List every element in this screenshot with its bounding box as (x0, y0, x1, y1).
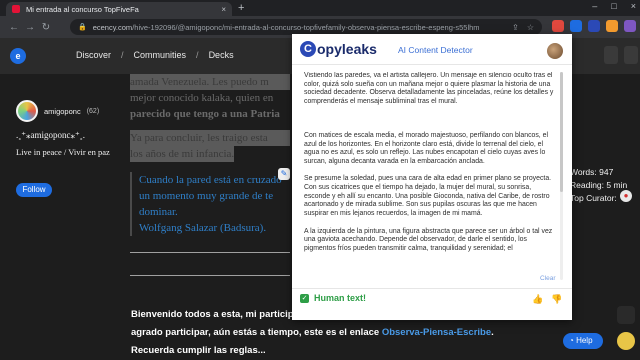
help-button[interactable]: ◔ Help (563, 333, 603, 349)
copyleaks-user-avatar[interactable] (547, 43, 563, 59)
quote-line: un momento muy grande de te (139, 190, 274, 202)
author-display-name: .˳⁺⁎amigoponc⁎⁺˳. (16, 130, 85, 140)
quote-line: Wolfgang Salazar (Badsura). (139, 222, 267, 234)
browser-tab[interactable]: Mi entrada al concurso TopFiveFa × (6, 2, 232, 16)
copyleaks-panel: C opyleaks AI Content Detector Vistiendo… (292, 34, 572, 320)
maximize-button[interactable]: □ (611, 1, 616, 11)
article-divider (130, 275, 290, 276)
copyleaks-text-area[interactable]: Vistiendo las paredes, va el artista cal… (304, 72, 556, 282)
author-avatar[interactable] (16, 100, 38, 122)
copyleaks-extension-icon[interactable] (588, 20, 600, 32)
editor-side-icon[interactable]: ✎ (278, 168, 290, 180)
article-line: amada Venezuela. Les puedo m (130, 74, 290, 90)
quote-line: Cuando la pared está en cruzado (139, 174, 282, 186)
extension-icons (552, 20, 636, 32)
nav-discover[interactable]: Discover (76, 50, 111, 60)
copyleaks-paragraph: A la izquierda de la pintura, una figura… (304, 227, 553, 252)
article-paragraph: Ya para concluir, les traigo esta los añ… (130, 130, 290, 162)
ecency-favicon-icon (12, 5, 20, 13)
nav-communities[interactable]: Communities (134, 50, 187, 60)
author-username[interactable]: amigoponc (44, 107, 81, 116)
extension-icon-5[interactable] (624, 20, 636, 32)
author-card: amigoponc (62) .˳⁺⁎amigoponc⁎⁺˳. Live in… (16, 100, 126, 158)
header-user-button[interactable] (624, 46, 638, 64)
word-count: Words: 947 (570, 167, 614, 177)
thumbs-up-icon[interactable]: 👍 (532, 294, 543, 305)
author-reputation: (62) (86, 107, 100, 115)
article-line: los años de mi infancia. (130, 146, 235, 162)
observa-piensa-escribe-link[interactable]: Observa-Piensa-Escribe (382, 327, 491, 338)
intro-line-3: Recuerda cumplir las reglas... (131, 345, 266, 356)
share-icon[interactable]: ⇪ (512, 23, 519, 32)
author-bio: Live in peace / Vivir en paz (16, 147, 110, 157)
copyleaks-subtitle: AI Content Detector (398, 45, 473, 55)
site-nav: Discover / Communities / Decks (76, 50, 234, 60)
header-controls (604, 46, 638, 64)
url-host: ecency.com (92, 22, 133, 32)
article-quote: Cuando la pared está en cruzado un momen… (130, 172, 290, 236)
floating-action-icon[interactable] (617, 306, 635, 324)
copyleaks-logo-text: opyleaks (317, 41, 377, 57)
reload-icon[interactable]: ↻ (38, 22, 54, 33)
browser-tab-bar: Mi entrada al concurso TopFiveFa × + – □… (0, 0, 640, 16)
copyleaks-paragraph: Con matices de escala media, el morado m… (304, 131, 548, 165)
forward-arrow-icon[interactable]: → (22, 22, 38, 33)
extension-icon-4[interactable] (606, 20, 618, 32)
extension-icon-2[interactable] (570, 20, 582, 32)
article-paragraph: amada Venezuela. Les puedo m mejor conoc… (130, 74, 290, 122)
curator-avatar-icon[interactable]: ● (620, 190, 632, 202)
copyleaks-header-divider (292, 64, 572, 65)
copyleaks-logo: C opyleaks (300, 41, 377, 57)
nav-decks[interactable]: Decks (209, 50, 234, 60)
clear-button[interactable]: Clear (540, 275, 556, 282)
close-window-button[interactable]: × (631, 1, 636, 11)
url-path: /hive-192096/@amigoponc/mi-entrada-al-co… (132, 22, 480, 32)
copyleaks-footer-divider (292, 288, 572, 289)
thumbs-down-icon[interactable]: 👎 (551, 294, 562, 305)
copyleaks-feedback: 👍 👎 (532, 294, 562, 305)
reading-time: Reading: 5 min (570, 180, 628, 190)
tab-title: Mi entrada al concurso TopFiveFa (26, 4, 139, 14)
intro-line-2-end: . (491, 327, 494, 338)
tab-close-icon[interactable]: × (221, 5, 226, 14)
lock-icon: 🔒 (78, 24, 87, 31)
new-tab-button[interactable]: + (238, 2, 244, 14)
nav-separator: / (121, 50, 124, 60)
copyleaks-logo-icon: C (300, 41, 316, 57)
copyleaks-scrollbar-thumb[interactable] (560, 72, 563, 192)
result-label: Human text! (314, 293, 367, 303)
omnibox-icons: ⇪ ☆ (512, 23, 534, 32)
quote-line: dominar. (139, 206, 178, 218)
nav-separator: / (196, 50, 199, 60)
help-icon: ◔ (569, 336, 577, 345)
minimize-button[interactable]: – (592, 1, 597, 11)
url-text: ecency.com/hive-192096/@amigoponc/mi-ent… (93, 23, 512, 32)
url-field[interactable]: 🔒 ecency.com/hive-192096/@amigoponc/mi-e… (70, 19, 542, 35)
article-divider (130, 252, 290, 253)
copyleaks-paragraph: Se presume la soledad, pues una cara de … (304, 175, 552, 218)
help-label: Help (576, 336, 593, 345)
intro-line-2: agrado participar, aún estás a tiempo, e… (131, 324, 511, 342)
back-arrow-icon[interactable]: ← (6, 22, 22, 33)
author-row: amigoponc (62) (16, 100, 126, 122)
extension-icon-1[interactable] (552, 20, 564, 32)
top-curator-label: Top Curator: (570, 193, 617, 203)
article-line: mejor conocido kalaka, quien en (130, 92, 274, 104)
post-meta: Words: 947 Reading: 5 min Top Curator: (570, 166, 627, 205)
follow-button[interactable]: Follow (16, 183, 52, 197)
copyleaks-paragraph: Vistiendo las paredes, va el artista cal… (304, 72, 554, 106)
window-controls: – □ × (592, 1, 636, 11)
header-menu-button[interactable] (604, 46, 618, 64)
copyleaks-result: ✓ Human text! (300, 293, 366, 303)
article-line: Ya para concluir, les traigo esta (130, 130, 290, 146)
check-icon: ✓ (300, 293, 309, 303)
intro-line-2-text: agrado participar, aún estás a tiempo, e… (131, 327, 382, 338)
bookmark-star-icon[interactable]: ☆ (527, 23, 534, 32)
ecency-logo-icon[interactable]: e (10, 48, 26, 64)
copyleaks-scrollbar[interactable] (560, 72, 563, 280)
article-bold-line: parecido que tengo a una Patria (130, 108, 280, 120)
assistant-avatar-icon[interactable] (617, 332, 635, 350)
